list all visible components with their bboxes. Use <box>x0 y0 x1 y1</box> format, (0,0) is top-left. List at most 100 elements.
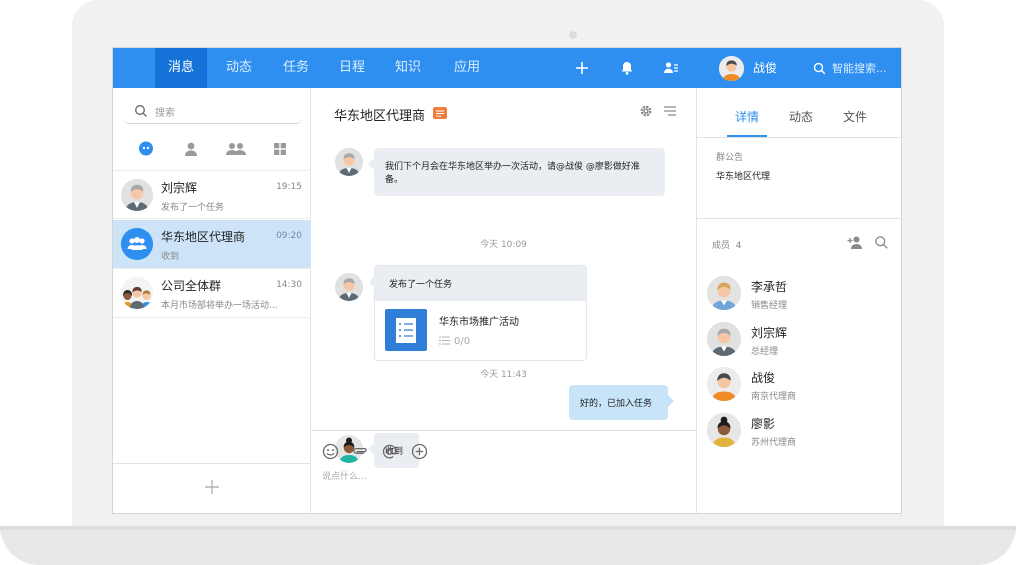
conversation-item[interactable]: 刘宗辉 19:15 发布了一个任务 <box>113 170 311 219</box>
camera-dot <box>569 31 577 39</box>
member-role: 总经理 <box>751 347 779 357</box>
global-search-placeholder: 智能搜索... <box>832 62 887 75</box>
member-item[interactable]: 战俊 南京代理商 <box>707 367 897 407</box>
nav-tab-tasks[interactable]: 任务 <box>270 48 322 88</box>
avatar <box>121 179 153 211</box>
notice-text: 华东地区代理 <box>716 172 771 182</box>
task-message-header: 发布了一个任务 <box>369 266 586 301</box>
conversation-preview: 收到 <box>161 252 180 262</box>
list-icon <box>439 336 450 345</box>
notice-label: 群公告 <box>716 153 744 163</box>
laptop-base <box>0 526 1016 565</box>
conversation-name: 华东地区代理商 <box>161 230 246 244</box>
divider <box>697 218 901 219</box>
avatar <box>707 367 741 401</box>
conversation-name: 公司全体群 <box>161 279 222 293</box>
tab-files[interactable]: 文件 <box>843 108 867 125</box>
search-icon[interactable] <box>874 235 889 250</box>
message-input[interactable]: 说点什么... <box>322 469 367 482</box>
nav-tab-apps[interactable]: 应用 <box>441 48 493 88</box>
plus-icon[interactable] <box>573 59 591 77</box>
avatar <box>707 322 741 356</box>
member-role: 销售经理 <box>751 301 788 311</box>
member-name: 李承哲 <box>751 280 788 294</box>
plus-icon[interactable] <box>203 478 221 496</box>
nav-tab-schedule[interactable]: 日程 <box>326 48 378 88</box>
nav-tab-knowledge[interactable]: 知识 <box>382 48 434 88</box>
conversation-time: 19:15 <box>276 182 302 192</box>
nav-tab-feed[interactable]: 动态 <box>213 48 265 88</box>
conversation-time: 09:20 <box>276 231 302 241</box>
group-avatar <box>121 277 153 309</box>
conversation-preview: 发布了一个任务 <box>161 203 225 213</box>
chat-bubble-icon[interactable] <box>137 140 155 158</box>
member-name: 战俊 <box>751 371 776 385</box>
conversation-sidebar: 搜索 刘宗辉 19:15 发布了一个任务 华东地区代理商 09:20 收到 公司… <box>113 88 311 513</box>
member-item[interactable]: 刘宗辉 总经理 <box>707 322 897 362</box>
paperclip-icon[interactable] <box>351 443 368 460</box>
task-title: 华东市场推广活动 <box>439 317 519 328</box>
conversation-item-active[interactable]: 华东地区代理商 09:20 收到 <box>113 220 311 269</box>
global-search[interactable]: 智能搜索... <box>813 60 898 78</box>
group-avatar <box>121 228 153 260</box>
message-text: 我们下个月会在华东地区举办一次活动，请@战俊 @廖影做好准备。 <box>385 162 640 185</box>
chat-header: 华东地区代理商 <box>311 88 696 134</box>
laptop-base-edge <box>0 526 1016 530</box>
member-item[interactable]: 李承哲 销售经理 <box>707 276 897 316</box>
conversation-time: 14:30 <box>276 280 302 290</box>
person-icon[interactable] <box>182 140 200 158</box>
avatar[interactable] <box>335 148 363 176</box>
details-panel: 详情 动态 文件 群公告 华东地区代理 成员 4 李承哲 销售经理 刘宗辉 总经… <box>696 88 901 513</box>
task-progress-value: 0/0 <box>454 336 471 347</box>
member-name: 刘宗辉 <box>751 326 788 340</box>
grid-icon[interactable] <box>271 140 289 158</box>
divider <box>697 137 901 138</box>
task-card[interactable]: 发布了一个任务 华东市场推广活动 0/0 <box>369 265 587 361</box>
bell-icon[interactable] <box>618 59 636 77</box>
contacts-icon[interactable] <box>662 59 680 77</box>
add-member-icon[interactable] <box>847 235 864 250</box>
avatar[interactable] <box>719 56 744 81</box>
members-label: 成员 4 <box>712 241 742 251</box>
page-title: 华东地区代理商 <box>334 109 426 124</box>
message-bubble: 我们下个月会在华东地区举办一次活动，请@战俊 @廖影做好准备。 <box>368 148 665 196</box>
chat-panel: 华东地区代理商 我们下个月会在华东地区举办一次活动，请@战俊 @廖影做好准备。 … <box>311 88 696 513</box>
search-placeholder: 搜索 <box>155 108 175 119</box>
smiley-icon[interactable] <box>322 443 339 460</box>
at-icon[interactable] <box>381 443 398 460</box>
app-window: 消息 动态 任务 日程 知识 应用 战俊 智能搜索... 搜索 刘宗辉 19:1… <box>112 47 902 514</box>
menu-icon[interactable] <box>663 104 677 118</box>
conversation-preview: 本月市场部将举办一场活动... <box>161 301 278 311</box>
user-name[interactable]: 战俊 <box>753 48 777 88</box>
sidebar-footer <box>113 463 311 513</box>
nav-tab-messages[interactable]: 消息 <box>155 48 207 88</box>
conversation-item[interactable]: 公司全体群 14:30 本月市场部将举办一场活动... <box>113 269 311 318</box>
message-timestamp: 今天 11:43 <box>480 370 527 380</box>
message-bubble-self: 好的，已加入任务 <box>569 385 674 420</box>
tab-feed[interactable]: 动态 <box>789 108 813 125</box>
conversation-name: 刘宗辉 <box>161 181 198 195</box>
checklist-icon <box>385 309 427 351</box>
member-role: 苏州代理商 <box>751 438 797 448</box>
message-text: 发布了一个任务 <box>389 280 453 290</box>
task-progress: 0/0 <box>439 336 470 347</box>
top-nav-bar: 消息 动态 任务 日程 知识 应用 战俊 智能搜索... <box>113 48 901 88</box>
member-role: 南京代理商 <box>751 392 797 402</box>
member-item[interactable]: 廖影 苏州代理商 <box>707 413 897 453</box>
message-timestamp: 今天 10:09 <box>480 240 527 250</box>
avatar <box>707 276 741 310</box>
gear-icon[interactable] <box>639 104 653 118</box>
search-input[interactable]: 搜索 <box>124 100 302 124</box>
member-name: 廖影 <box>751 417 776 431</box>
conversation-filter-bar <box>113 136 311 164</box>
avatar[interactable] <box>335 273 363 301</box>
search-icon <box>134 104 148 118</box>
plus-circle-icon[interactable] <box>411 443 428 460</box>
group-notice-icon[interactable] <box>433 107 447 119</box>
message-composer: 说点什么... <box>311 430 696 513</box>
group-icon[interactable] <box>225 140 247 158</box>
message-text: 好的，已加入任务 <box>580 399 653 409</box>
avatar <box>707 413 741 447</box>
tab-details[interactable]: 详情 <box>735 108 759 125</box>
members-count: 4 <box>735 241 742 251</box>
